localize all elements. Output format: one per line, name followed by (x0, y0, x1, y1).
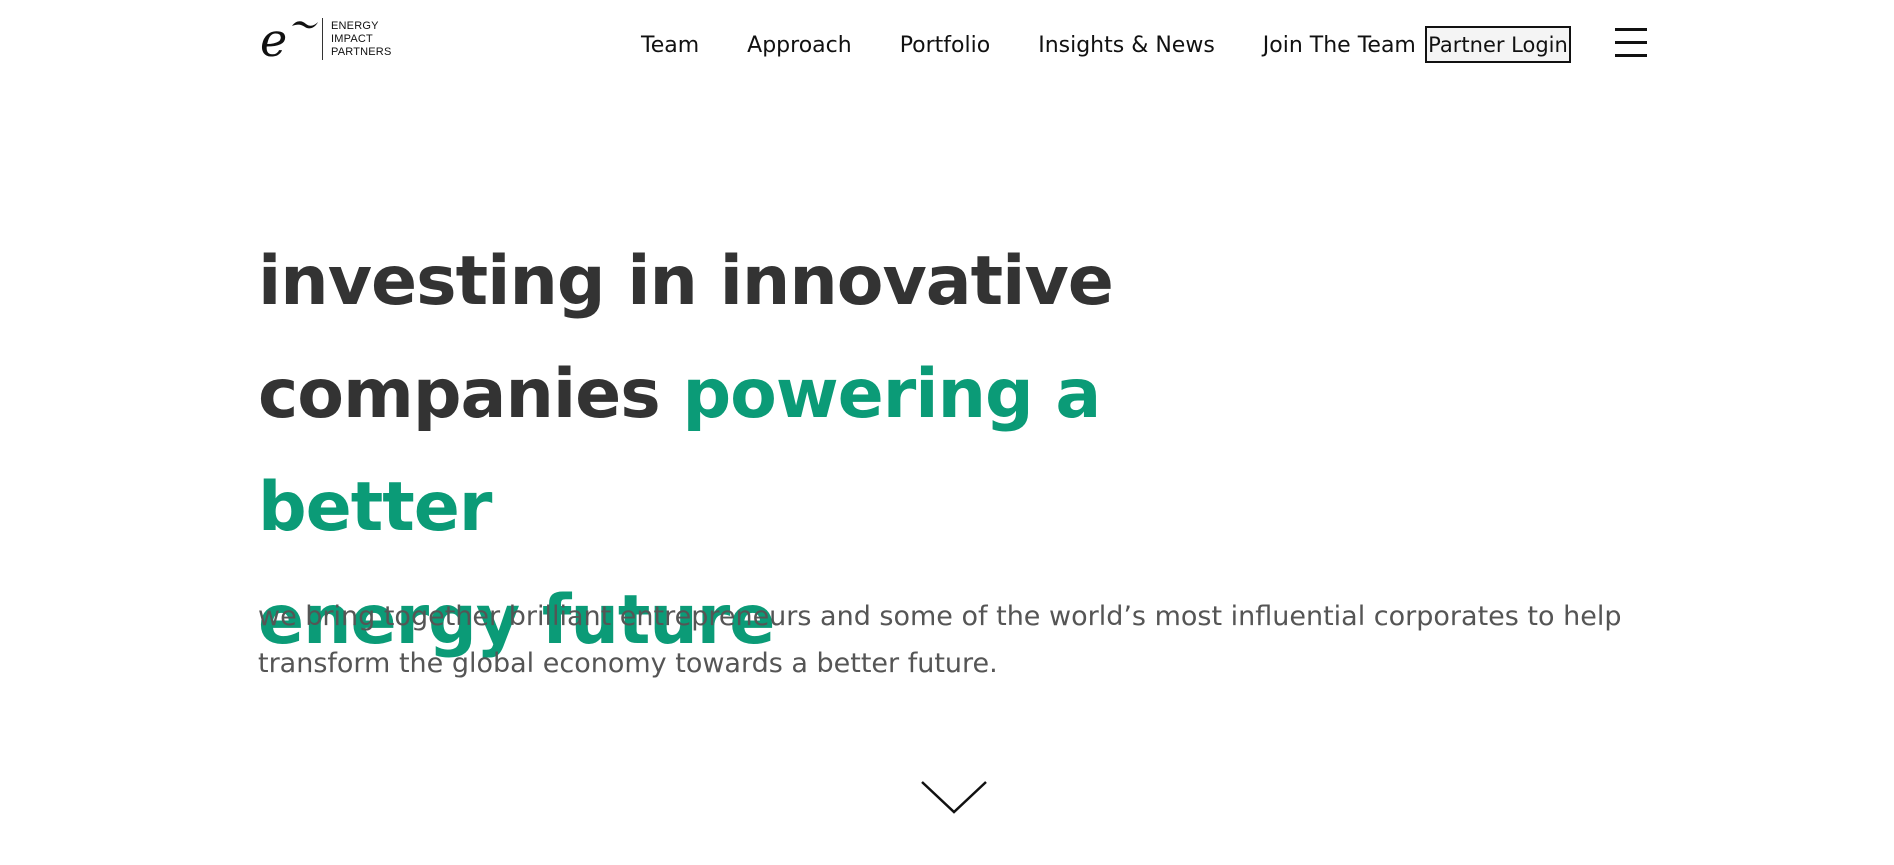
nav-team[interactable]: Team (641, 33, 699, 58)
hero-line-1: investing in innovative (258, 242, 1114, 321)
chevron-down-icon[interactable] (920, 778, 988, 818)
nav-approach[interactable]: Approach (747, 33, 852, 58)
nav-portfolio[interactable]: Portfolio (900, 33, 991, 58)
hero-line-2-dark: companies (258, 355, 683, 434)
nav-insights-news[interactable]: Insights & News (1038, 33, 1215, 58)
hamburger-menu-icon[interactable] (1615, 28, 1647, 58)
energy-impact-partners-logo-mark: e (260, 14, 318, 64)
main-nav: Team Approach Portfolio Insights & News … (641, 26, 1464, 64)
logo-wordmark: ENERGY IMPACT PARTNERS (331, 19, 392, 58)
logo[interactable]: e ENERGY IMPACT PARTNERS (258, 14, 391, 64)
hero-subheading: we bring together brilliant entrepreneur… (258, 601, 1622, 679)
partner-login-button[interactable]: Partner Login (1425, 26, 1571, 63)
logo-divider (322, 18, 323, 60)
svg-text:e: e (260, 14, 287, 64)
nav-join-the-team[interactable]: Join The Team (1263, 33, 1416, 58)
site-header: e ENERGY IMPACT PARTNERS Team Approach P… (0, 0, 1894, 90)
